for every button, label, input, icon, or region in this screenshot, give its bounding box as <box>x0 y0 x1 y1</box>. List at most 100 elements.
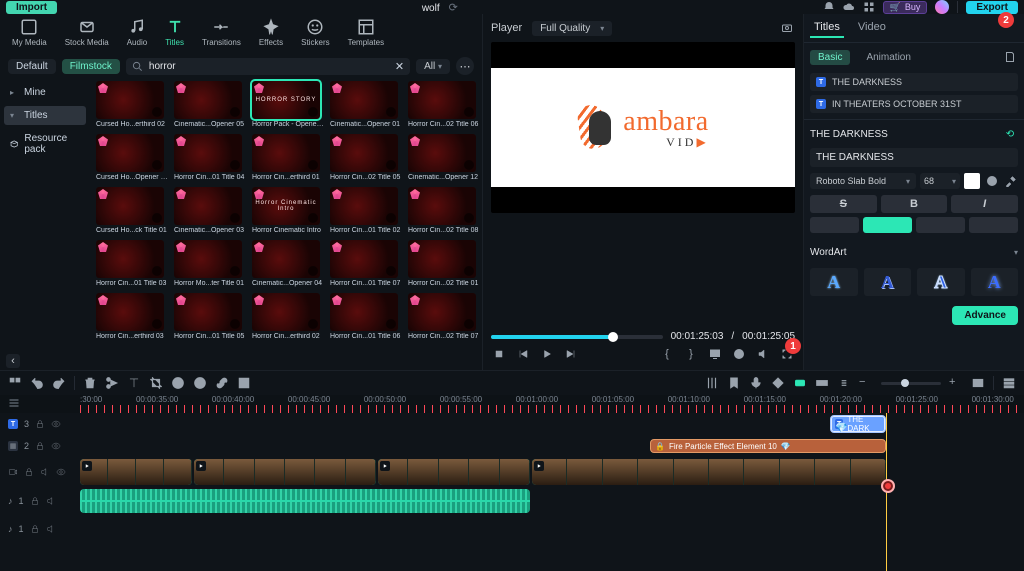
eyedropper-icon[interactable] <box>1004 174 1018 188</box>
thumb-item[interactable]: Horror Cin...02 Title 06 <box>408 81 480 128</box>
eye-icon[interactable] <box>51 441 61 451</box>
tl-split-icon[interactable] <box>105 376 119 390</box>
tl-crop-icon[interactable] <box>149 376 163 390</box>
thumb-item[interactable]: Horror Mo...ter Title 01 <box>174 240 246 287</box>
tl-select-icon[interactable] <box>8 376 22 390</box>
transport-stop[interactable] <box>491 346 507 362</box>
download-icon[interactable] <box>386 160 396 170</box>
thumb-item[interactable]: Horror Cin...02 Title 08 <box>408 187 480 234</box>
tl-zoom-slider[interactable] <box>881 382 941 385</box>
tl-ripple-icon[interactable] <box>793 376 807 390</box>
tl-zoom-out-icon[interactable]: − <box>859 376 873 390</box>
thumb-item[interactable]: Horror Cin...02 Title 01 <box>408 240 480 287</box>
mute-icon[interactable] <box>46 524 56 534</box>
thumb-item[interactable]: Horror Cin...erthird 03 <box>96 293 168 340</box>
subtab-default[interactable]: Default <box>8 59 56 74</box>
download-icon[interactable] <box>308 107 318 117</box>
timeline-ruler[interactable]: :30:0000:00:35:0000:00:40:0000:00:45:000… <box>0 395 1024 413</box>
thumb-item[interactable]: Horror Cin...01 Title 03 <box>96 240 168 287</box>
tab-transitions[interactable]: Transitions <box>196 16 247 49</box>
thumb-item[interactable]: Horror Cinematic IntroHorror Cinematic I… <box>252 187 324 234</box>
italic-button[interactable]: I <box>951 195 1018 213</box>
save-preset-icon[interactable] <box>1002 49 1018 65</box>
focus-icon[interactable] <box>731 346 747 362</box>
tl-speed-icon[interactable] <box>171 376 185 390</box>
thumb-item[interactable]: Horror Cin...01 Title 06 <box>330 293 402 340</box>
thumb-item[interactable]: HORROR STORYHorror Pack - Opener 1 <box>252 81 324 128</box>
download-icon[interactable] <box>230 266 240 276</box>
thumb-item[interactable]: Horror Cin...01 Title 02 <box>330 187 402 234</box>
advance-button[interactable]: Advance <box>952 306 1018 325</box>
lock-icon[interactable] <box>30 496 40 506</box>
avatar[interactable] <box>935 0 949 14</box>
tl-redo-icon[interactable] <box>52 376 66 390</box>
mark-out-icon[interactable]: } <box>683 346 699 362</box>
thumb-item[interactable]: Cinematic...Opener 05 <box>174 81 246 128</box>
bold-button[interactable]: B <box>881 195 948 213</box>
clip-video-4[interactable] <box>532 459 886 485</box>
download-icon[interactable] <box>386 107 396 117</box>
tab-templates[interactable]: Templates <box>342 16 390 49</box>
download-icon[interactable] <box>152 107 162 117</box>
transport-play[interactable] <box>539 346 555 362</box>
lock-icon[interactable] <box>30 524 40 534</box>
apps-icon[interactable] <box>863 1 875 13</box>
align-right[interactable] <box>916 217 965 233</box>
eye-icon[interactable] <box>51 419 61 429</box>
wordart-style-2[interactable]: A <box>864 268 912 296</box>
title-text-input[interactable]: THE DARKNESS <box>810 148 1018 167</box>
tl-keyframe-icon[interactable] <box>771 376 785 390</box>
download-icon[interactable] <box>464 160 474 170</box>
tl-mixer-icon[interactable] <box>705 376 719 390</box>
snapshot-icon[interactable] <box>779 20 795 36</box>
subtab-filmstock[interactable]: Filmstock <box>62 59 120 74</box>
align-left[interactable] <box>810 217 859 233</box>
tab-audio[interactable]: Audio <box>121 16 153 49</box>
transport-next[interactable] <box>563 346 579 362</box>
download-icon[interactable] <box>152 266 162 276</box>
thumb-item[interactable]: Horror Cin...01 Title 04 <box>174 134 246 181</box>
lock-icon[interactable] <box>35 419 45 429</box>
lock-icon[interactable] <box>35 441 45 451</box>
download-icon[interactable] <box>308 319 318 329</box>
cloud-icon[interactable] <box>843 1 855 13</box>
font-family-dropdown[interactable]: Roboto Slab Bold <box>810 173 916 189</box>
tl-text-icon[interactable] <box>127 376 141 390</box>
thumb-item[interactable]: Horror Cin...01 Title 05 <box>174 293 246 340</box>
notification-icon[interactable] <box>823 1 835 13</box>
eye-icon[interactable] <box>56 467 66 477</box>
tl-linksync-icon[interactable] <box>837 376 851 390</box>
thumb-item[interactable]: Cursed Ho...erthird 02 <box>96 81 168 128</box>
tl-undo-icon[interactable] <box>30 376 44 390</box>
download-icon[interactable] <box>230 107 240 117</box>
clear-search[interactable]: ✕ <box>395 60 404 73</box>
download-icon[interactable] <box>464 107 474 117</box>
download-icon[interactable] <box>386 266 396 276</box>
transport-prev[interactable] <box>515 346 531 362</box>
display-icon[interactable] <box>707 346 723 362</box>
mute-icon[interactable] <box>46 496 56 506</box>
thumb-item[interactable]: Horror Cin...erthird 02 <box>252 293 324 340</box>
import-button[interactable]: Import <box>6 1 57 14</box>
download-icon[interactable] <box>464 319 474 329</box>
mark-in-icon[interactable]: { <box>659 346 675 362</box>
clip-video-2[interactable] <box>194 459 376 485</box>
clip-title[interactable]: TTHE DARK 💎 <box>830 415 886 433</box>
wordart-style-3[interactable]: A <box>917 268 965 296</box>
layer-item-1[interactable]: TIN THEATERS OCTOBER 31ST <box>810 95 1018 113</box>
wordart-style-4[interactable]: A <box>971 268 1019 296</box>
download-icon[interactable] <box>386 319 396 329</box>
nav-prev[interactable]: ‹ <box>6 354 20 368</box>
clip-audio-1[interactable] <box>80 489 530 513</box>
download-icon[interactable] <box>152 213 162 223</box>
timeline-hamburger-icon[interactable] <box>8 397 20 409</box>
tab-my-media[interactable]: My Media <box>6 16 53 49</box>
layer-item-0[interactable]: TTHE DARKNESS <box>810 73 1018 91</box>
thumb-item[interactable]: Cinematic...Opener 04 <box>252 240 324 287</box>
palette-icon[interactable] <box>984 173 1000 189</box>
color-swatch[interactable] <box>964 173 980 189</box>
more-options[interactable]: ⋯ <box>456 57 474 75</box>
download-icon[interactable] <box>152 319 162 329</box>
tl-snap-icon[interactable] <box>815 376 829 390</box>
export-button[interactable]: Export <box>966 1 1018 14</box>
